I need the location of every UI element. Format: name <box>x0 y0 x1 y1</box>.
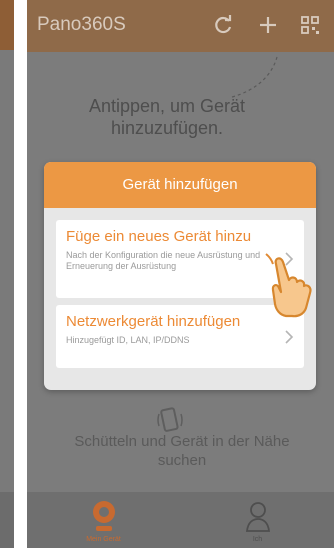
tab-my-devices[interactable]: Mein Gerät <box>27 492 180 548</box>
previous-screen-edge <box>0 0 14 548</box>
tab-label: Ich <box>252 536 263 543</box>
phone-screen: Pano360S Antippen, um Gerät hinzuzufügen… <box>27 0 334 548</box>
tab-label: Mein Gerät <box>86 536 121 543</box>
previous-screen-tabbar <box>0 492 14 548</box>
hint-arrow-curve <box>231 56 278 98</box>
option-title: Füge ein neues Gerät hinzu <box>66 228 252 245</box>
qr-code-icon[interactable] <box>299 14 321 36</box>
refresh-icon[interactable] <box>212 14 234 36</box>
option-description: Hinzugefügt ID, LAN, IP/DDNS <box>66 335 190 345</box>
shake-hint-text: Schütteln und Gerät in der Nähe suchen <box>74 433 290 469</box>
app-title: Pano360S <box>37 14 126 35</box>
option-description: Nach der Konfiguration die neue Ausrüstu… <box>66 250 261 271</box>
option-title: Netzwerkgerät hinzufügen <box>66 313 241 330</box>
add-icon[interactable] <box>257 14 279 36</box>
previous-screen-appbar <box>0 0 14 50</box>
pointing-hand-icon <box>265 253 312 318</box>
person-icon <box>245 502 270 532</box>
chevron-right-icon <box>285 329 294 344</box>
tab-me[interactable]: Ich <box>181 492 334 548</box>
app-bar: Pano360S <box>27 0 334 52</box>
camera-icon <box>92 501 115 531</box>
dialog-title: Gerät hinzufügen <box>44 162 316 208</box>
shake-phone-icon <box>157 407 183 432</box>
hint-text: Antippen, um Gerät hinzuzufügen. <box>88 96 246 138</box>
bottom-tab-bar: Mein Gerät Ich <box>27 492 334 548</box>
